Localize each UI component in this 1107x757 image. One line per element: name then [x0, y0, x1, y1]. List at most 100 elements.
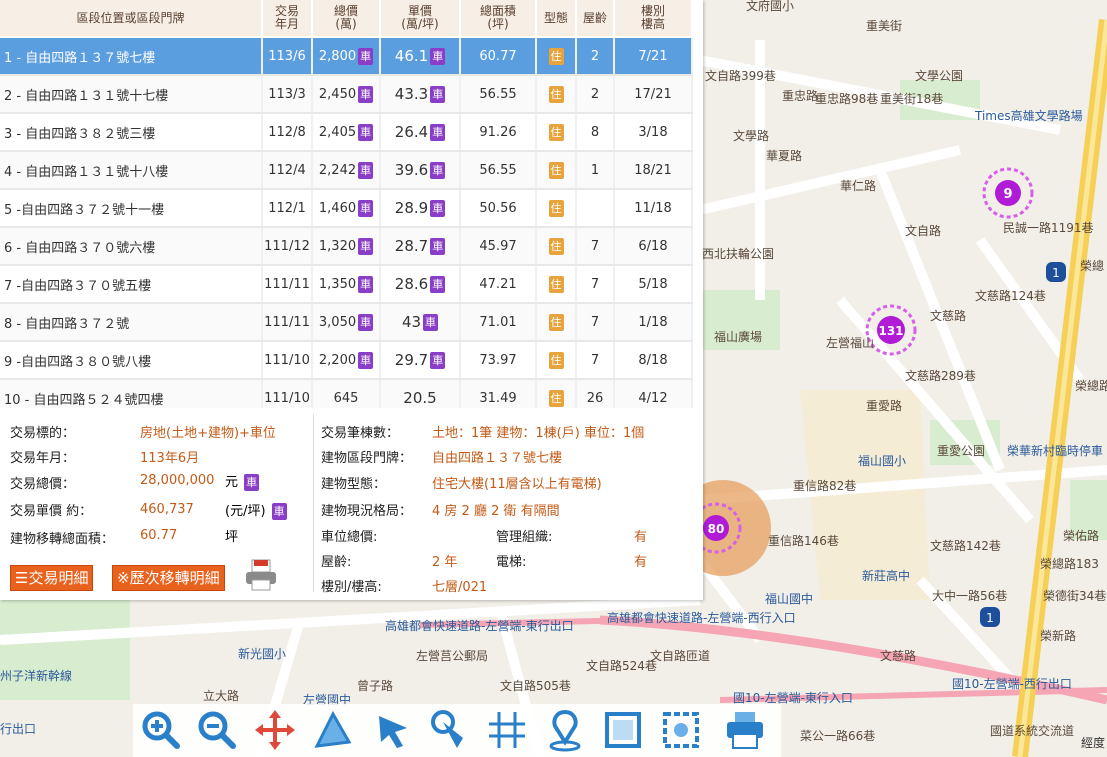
transfer-history-button[interactable]: ※歷次移轉明細	[112, 565, 225, 591]
map-label: 文學路	[733, 128, 769, 143]
label: 屋齡:	[321, 555, 352, 570]
polygon-icon[interactable]	[311, 708, 355, 752]
table-row[interactable]: 1 - 自由四路１３７號七樓 113/6 2,800 車 46.1 車 60.77 住 2 7/2…	[0, 37, 693, 76]
label: 交易總價：	[10, 477, 76, 492]
map-label: 州子洋新幹線	[0, 668, 72, 683]
grid-icon[interactable]	[485, 708, 529, 752]
parking-badge: 車	[358, 161, 374, 179]
cell-floor: 6/18	[614, 227, 693, 266]
cell-floor: 5/18	[614, 265, 693, 304]
map-label: 重美街	[866, 19, 902, 33]
residential-badge: 住	[548, 275, 564, 293]
tap-select-icon[interactable]	[427, 708, 471, 752]
table-row[interactable]: 2 - 自由四路１３１號十七樓 113/3 2,450 車 43.3 車 56.55 住 2 17…	[0, 75, 693, 114]
cell-date: 113/3	[262, 75, 313, 114]
parking-badge: 車	[358, 123, 374, 141]
cell-date: 111/11	[262, 265, 313, 304]
cell-total: 2,405 車	[312, 113, 381, 152]
cell-total: 1,350 車	[312, 265, 381, 304]
cell-floor: 1/18	[614, 303, 693, 342]
divider	[313, 414, 314, 592]
parking-badge: 車	[430, 276, 446, 293]
map-label: 文慈路124巷	[975, 288, 1046, 303]
select-icon[interactable]	[369, 708, 413, 752]
list-icon: ☰	[15, 569, 29, 587]
table-row[interactable]: 7 -自由四路３７０號五樓 111/11 1,350 車 28.6 車 47.21 住 7 5/1…	[0, 265, 693, 304]
parking-badge: 車	[423, 314, 439, 331]
table-row[interactable]: 4 - 自由四路１３１號十八樓 112/4 2,242 車 39.6 車 56.55 住 1 18…	[0, 151, 693, 190]
cell-address: 7 -自由四路３７０號五樓	[0, 265, 263, 304]
cell-date: 111/12	[262, 227, 313, 266]
residential-badge: 住	[548, 199, 564, 217]
print-icon[interactable]	[723, 708, 767, 752]
header-unit[interactable]: 單價 (萬/坪)	[380, 0, 461, 38]
frame-icon[interactable]	[601, 708, 645, 752]
parking-badge: 車	[358, 47, 374, 65]
header-floor[interactable]: 樓別 樓高	[614, 0, 693, 38]
label: 建物型態：	[321, 477, 387, 492]
label: 建物區段門牌：	[321, 451, 413, 466]
header-area[interactable]: 總面積 (坪)	[460, 0, 537, 38]
table-row[interactable]: 5 -自由四路３７２號十一樓 112/1 1,460 車 28.9 車 50.56 住 11/1…	[0, 189, 693, 228]
cell-unit-price: 29.7 車	[380, 341, 461, 380]
label: 交易標的：	[10, 426, 76, 441]
header-total[interactable]: 總價 (萬)	[312, 0, 381, 38]
header-date[interactable]: 交易 年月	[262, 0, 313, 38]
area-value: 60.77	[140, 528, 178, 543]
cell-area: 47.21	[460, 265, 537, 304]
header-type[interactable]: 型態	[536, 0, 577, 38]
zoom-out-icon[interactable]	[195, 708, 239, 752]
svg-text:1: 1	[986, 611, 994, 625]
cell-type: 住	[536, 303, 577, 342]
total-value: 28,000,000	[140, 473, 215, 488]
table-row[interactable]: 6 - 自由四路３７０號六樓 111/12 1,320 車 28.7 車 45.97 住 7 6/…	[0, 227, 693, 266]
map-label: 文自路匝道	[650, 648, 710, 663]
parking-badge: 車	[358, 85, 374, 103]
label: 建物移轉總面積：	[10, 532, 115, 547]
parking-badge: 車	[244, 474, 260, 491]
cell-type: 住	[536, 113, 577, 152]
table-row[interactable]: 9 -自由四路３８０號八樓 111/10 2,200 車 29.7 車 73.97 住 7 8/1…	[0, 341, 693, 380]
frame-select-icon[interactable]	[659, 708, 703, 752]
cell-address: 5 -自由四路３７２號十一樓	[0, 189, 263, 228]
map-label: 高雄都會快速道路-左營端-東行出口	[385, 618, 574, 633]
cell-type: 住	[536, 37, 577, 76]
map-label: 新光國小	[238, 646, 286, 661]
cell-address: 6 - 自由四路３７０號六樓	[0, 227, 263, 266]
map-label: 榮佑路	[1063, 528, 1099, 543]
header-address[interactable]: 區段位置或區段門牌	[0, 0, 263, 38]
zoom-in-icon[interactable]	[139, 708, 183, 752]
unit-price-value: 460,737	[140, 502, 194, 517]
cell-total: 1,320 車	[312, 227, 381, 266]
cluster-count: 80	[708, 522, 725, 536]
parking-badge: 車	[358, 237, 374, 255]
label: 樓別/樓高:	[321, 580, 382, 595]
cell-age: 8	[576, 113, 615, 152]
transaction-detail-button[interactable]: ☰交易明細	[10, 565, 94, 591]
building-type-value: 住宅大樓(11層含以上有電梯)	[432, 477, 602, 492]
parking-badge: 車	[430, 200, 446, 217]
cell-total: 2,242 車	[312, 151, 381, 190]
cell-total: 2,200 車	[312, 341, 381, 380]
unit-price-unit: (元/坪)	[225, 504, 266, 519]
print-pdf-icon[interactable]	[244, 558, 278, 592]
label: 交易筆棟數：	[321, 426, 400, 441]
label: 電梯:	[496, 555, 527, 570]
residential-badge: 住	[548, 237, 564, 255]
elevator-value: 有	[634, 555, 648, 570]
pan-icon[interactable]	[253, 708, 297, 752]
location-icon[interactable]	[543, 708, 587, 752]
floor-value: 七層/021	[432, 580, 488, 595]
parking-badge: 車	[430, 162, 446, 179]
residential-badge: 住	[548, 313, 564, 331]
table-row[interactable]: 8 - 自由四路３７２號 111/11 3,050 車 43 車 71.01 住 7 1/18	[0, 303, 693, 342]
table-row[interactable]: 3 - 自由四路３８２號三樓 112/8 2,405 車 26.4 車 91.26 住 8 3/1…	[0, 113, 693, 152]
parking-badge: 車	[430, 124, 446, 141]
cell-area: 71.01	[460, 303, 537, 342]
cell-unit-price: 46.1 車	[380, 37, 461, 76]
map-toolbar	[133, 704, 781, 757]
cell-unit-price: 28.9 車	[380, 189, 461, 228]
cell-age: 2	[576, 37, 615, 76]
residential-badge: 住	[548, 351, 564, 369]
header-age[interactable]: 屋齡	[576, 0, 615, 38]
